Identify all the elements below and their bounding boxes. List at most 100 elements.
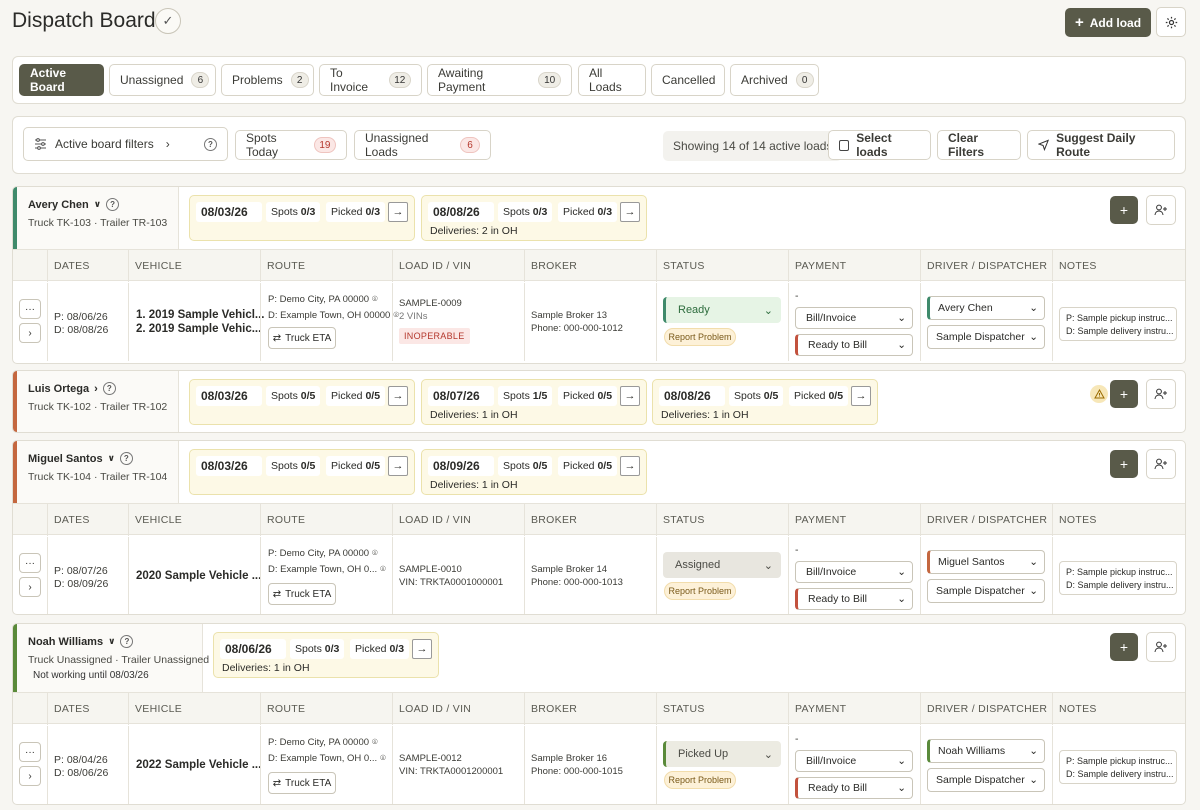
dispatcher-select[interactable]: Sample Dispatcher ⌄ — [927, 579, 1045, 603]
spots-chip: Spots 0/5 — [266, 456, 321, 476]
picked-chip: Picked 0/3 — [558, 202, 618, 222]
assign-driver-button[interactable] — [1146, 195, 1176, 225]
date-arrow-button[interactable]: → — [388, 456, 408, 476]
help-icon[interactable]: ? — [106, 198, 120, 211]
add-load-to-driver-button[interactable]: + — [1110, 380, 1138, 408]
page-header: Dispatch Board ✓ + Add load — [0, 0, 1200, 52]
notes-box[interactable]: P: Sample pickup instruc... D: Sample de… — [1059, 561, 1177, 595]
user-plus-icon — [1154, 641, 1167, 653]
suggest-route-button[interactable]: Suggest Daily Route — [1027, 130, 1175, 160]
assign-driver-button[interactable] — [1146, 632, 1176, 662]
chevron-down-icon: ⌄ — [897, 782, 906, 794]
table-row[interactable]: ··· › P: 08/06/26 D: 08/08/26 1. 2019 Sa… — [13, 283, 1185, 361]
spots-label: Spots — [295, 643, 322, 655]
clear-filters-button[interactable]: Clear Filters — [937, 130, 1021, 160]
date-arrow-button[interactable]: → — [620, 202, 640, 222]
plus-icon: + — [1074, 14, 1084, 31]
map-pin-icon: ⌾ — [380, 564, 386, 576]
truck-eta-button[interactable]: ⇄ Truck ETA — [268, 327, 336, 349]
truck-eta-button[interactable]: ⇄ Truck ETA — [268, 583, 336, 605]
help-icon[interactable]: ? — [102, 382, 116, 395]
date-arrow-button[interactable]: → — [388, 202, 408, 222]
billing-status-value: Ready to Bill — [808, 339, 867, 351]
invoice-select[interactable]: Bill/Invoice ⌄ — [795, 307, 913, 329]
notes-box[interactable]: P: Sample pickup instruc... D: Sample de… — [1059, 307, 1177, 341]
driver-value: Noah Williams — [938, 745, 1006, 757]
confirm-check-button[interactable]: ✓ — [155, 8, 181, 34]
date-arrow-button[interactable]: → — [388, 386, 408, 406]
driver-name-toggle[interactable]: Miguel Santos ∨? — [28, 452, 133, 465]
billing-status-select[interactable]: Ready to Bill ⌄ — [795, 588, 913, 610]
status-value: Ready — [678, 304, 710, 316]
report-problem-button[interactable]: Report Problem — [664, 582, 736, 600]
showing-count: Showing 14 of 14 active loads — [663, 131, 843, 161]
spots-label: Spots — [734, 390, 761, 402]
tab-active-board[interactable]: Active Board — [19, 64, 104, 96]
picked-value: 0/5 — [597, 460, 613, 472]
more-button[interactable]: ··· — [19, 742, 41, 762]
assign-driver-button[interactable] — [1146, 379, 1176, 409]
dispatcher-value: Sample Dispatcher — [936, 774, 1025, 786]
date-arrow-button[interactable]: → — [851, 386, 871, 406]
col-vehicle: VEHICLE — [128, 693, 260, 725]
billing-status-select[interactable]: Ready to Bill ⌄ — [795, 334, 913, 356]
warning-icon[interactable] — [1090, 385, 1108, 403]
status-select[interactable]: Ready ⌄ — [663, 297, 781, 323]
tab-awaiting-payment[interactable]: Awaiting Payment 10 — [427, 64, 572, 96]
tab-label: Cancelled — [662, 73, 716, 87]
driver-name-toggle[interactable]: Luis Ortega ›? — [28, 382, 116, 395]
unassigned-loads-button[interactable]: Unassigned Loads 6 — [354, 130, 491, 160]
billing-status-select[interactable]: Ready to Bill ⌄ — [795, 777, 913, 799]
spots-label: Spots — [271, 460, 298, 472]
tab-unassigned[interactable]: Unassigned 6 — [109, 64, 216, 96]
driver-select[interactable]: Avery Chen ⌄ — [927, 296, 1045, 320]
add-load-button[interactable]: + Add load — [1065, 8, 1151, 37]
add-load-to-driver-button[interactable]: + — [1110, 633, 1138, 661]
help-icon[interactable]: ? — [119, 452, 133, 465]
chevron-down-icon: ⌄ — [1029, 585, 1038, 597]
tab-archived[interactable]: Archived 0 — [730, 64, 819, 96]
spots-today-button[interactable]: Spots Today 19 — [235, 130, 347, 160]
payment-cell: - Bill/Invoice ⌄ Ready to Bill ⌄ — [788, 283, 920, 361]
expand-button[interactable]: › — [19, 766, 41, 786]
select-loads-button[interactable]: Select loads — [828, 130, 931, 160]
date-arrow-button[interactable]: → — [620, 456, 640, 476]
settings-button[interactable] — [1156, 7, 1186, 37]
driver-name-toggle[interactable]: Avery Chen ∨? — [28, 198, 120, 211]
ellipsis-icon: ··· — [25, 303, 35, 315]
table-row[interactable]: ··· › P: 08/04/26 D: 08/06/26 2022 Sampl… — [13, 726, 1185, 804]
expand-button[interactable]: › — [19, 323, 41, 343]
driver-name-toggle[interactable]: Noah Williams ∨? — [28, 635, 134, 648]
help-icon[interactable]: ? — [204, 137, 217, 151]
invoice-select[interactable]: Bill/Invoice ⌄ — [795, 561, 913, 583]
route-cell: P: Demo City, PA 00000 ⌾ D: Example Town,… — [260, 283, 399, 361]
active-board-filters-button[interactable]: Active board filters › ? — [23, 127, 228, 161]
dispatcher-select[interactable]: Sample Dispatcher ⌄ — [927, 768, 1045, 792]
truck-eta-button[interactable]: ⇄ Truck ETA — [268, 772, 336, 794]
add-load-to-driver-button[interactable]: + — [1110, 196, 1138, 224]
invoice-select[interactable]: Bill/Invoice ⌄ — [795, 750, 913, 772]
date-arrow-button[interactable]: → — [412, 639, 432, 659]
tab-cancelled[interactable]: Cancelled — [651, 64, 725, 96]
tab-all-loads[interactable]: All Loads — [578, 64, 646, 96]
tab-to-invoice[interactable]: To Invoice 12 — [319, 64, 422, 96]
notes-box[interactable]: P: Sample pickup instruc... D: Sample de… — [1059, 750, 1177, 784]
status-select[interactable]: Assigned ⌄ — [663, 552, 781, 578]
driver-select[interactable]: Miguel Santos ⌄ — [927, 550, 1045, 574]
more-button[interactable]: ··· — [19, 553, 41, 573]
driver-select[interactable]: Noah Williams ⌄ — [927, 739, 1045, 763]
help-icon[interactable]: ? — [120, 635, 134, 648]
more-button[interactable]: ··· — [19, 299, 41, 319]
driver-cell: Avery Chen ⌄ Sample Dispatcher ⌄ — [920, 283, 1052, 361]
assign-driver-button[interactable] — [1146, 449, 1176, 479]
report-problem-button[interactable]: Report Problem — [664, 771, 736, 789]
dispatcher-select[interactable]: Sample Dispatcher ⌄ — [927, 325, 1045, 349]
status-select[interactable]: Picked Up ⌄ — [663, 741, 781, 767]
add-load-to-driver-button[interactable]: + — [1110, 450, 1138, 478]
checkbox-icon[interactable] — [839, 139, 850, 151]
table-row[interactable]: ··· › P: 08/07/26 D: 08/09/26 2020 Sampl… — [13, 537, 1185, 614]
expand-button[interactable]: › — [19, 577, 41, 597]
date-arrow-button[interactable]: → — [620, 386, 640, 406]
report-problem-button[interactable]: Report Problem — [664, 328, 736, 346]
tab-problems[interactable]: Problems 2 — [221, 64, 314, 96]
